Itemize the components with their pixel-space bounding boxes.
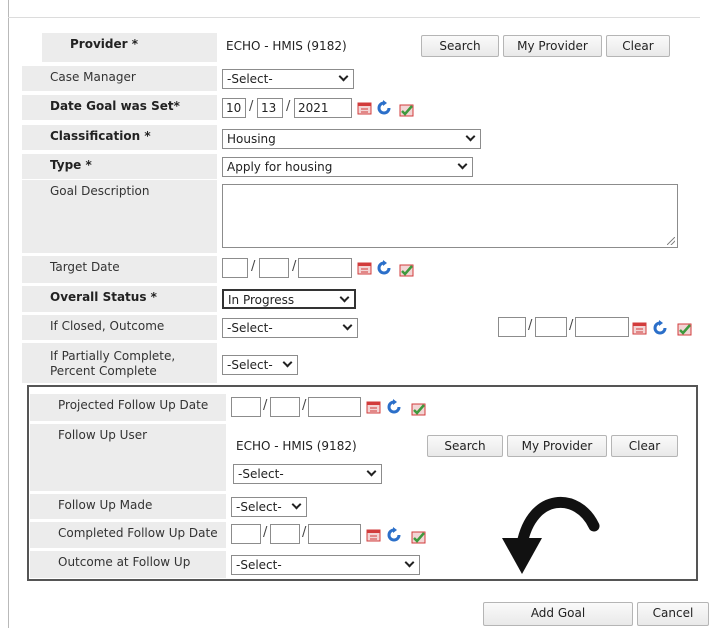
completed-month-input[interactable] <box>231 524 261 544</box>
follow-up-made-label: Follow Up Made <box>30 494 226 519</box>
date-separator: / <box>302 525 307 540</box>
case-manager-select[interactable]: -Select- <box>222 69 354 89</box>
calendar-icon[interactable] <box>357 100 373 116</box>
date-separator: / <box>263 525 268 540</box>
case-manager-label: Case Manager <box>22 66 217 91</box>
type-label: Type * <box>22 154 217 179</box>
calendar-icon[interactable] <box>357 260 373 276</box>
resize-grip-icon[interactable] <box>667 237 675 245</box>
closed-outcome-label: If Closed, Outcome <box>22 315 217 340</box>
target-month-input[interactable] <box>222 258 248 278</box>
projected-month-input[interactable] <box>231 397 261 417</box>
chevron-down-icon <box>339 292 350 303</box>
today-icon[interactable] <box>399 102 415 118</box>
chevron-down-icon <box>457 159 468 170</box>
provider-search-button[interactable]: Search <box>421 35 499 57</box>
provider-clear-button[interactable]: Clear <box>606 35 670 57</box>
provider-my-provider-button[interactable]: My Provider <box>503 35 602 57</box>
target-year-input[interactable] <box>298 258 352 278</box>
type-select[interactable]: Apply for housing <box>222 157 473 177</box>
date-separator: / <box>286 99 291 114</box>
refresh-icon[interactable] <box>386 527 402 543</box>
projected-follow-up-label: Projected Follow Up Date <box>30 394 226 421</box>
follow-up-user-select[interactable]: -Select- <box>233 464 382 484</box>
calendar-icon[interactable] <box>366 527 382 543</box>
date-set-year-input[interactable]: 2021 <box>294 98 352 118</box>
follow-up-my-provider-button[interactable]: My Provider <box>507 435 607 457</box>
chevron-down-icon <box>342 320 353 331</box>
follow-up-clear-button[interactable]: Clear <box>611 435 678 457</box>
chevron-down-icon <box>338 71 349 82</box>
date-set-day-input[interactable]: 13 <box>257 98 283 118</box>
follow-up-user-value: ECHO - HMIS (9182) <box>236 439 357 453</box>
completed-follow-up-label: Completed Follow Up Date <box>30 522 226 548</box>
calendar-icon[interactable] <box>632 320 648 336</box>
refresh-icon[interactable] <box>376 100 392 116</box>
target-date-label: Target Date <box>22 256 217 283</box>
percent-complete-select[interactable]: -Select- <box>222 355 298 375</box>
top-cropped-row <box>8 0 700 18</box>
refresh-icon[interactable] <box>376 260 392 276</box>
chevron-down-icon <box>465 131 476 142</box>
overall-status-select[interactable]: In Progress <box>222 289 356 309</box>
completed-year-input[interactable] <box>308 524 361 544</box>
today-icon[interactable] <box>677 321 693 337</box>
classification-select[interactable]: Housing <box>222 129 481 149</box>
follow-up-user-label: Follow Up User <box>30 424 226 491</box>
chevron-down-icon <box>291 499 302 510</box>
today-icon[interactable] <box>399 262 415 278</box>
goal-description-label: Goal Description <box>22 180 217 253</box>
date-separator: / <box>302 398 307 413</box>
date-goal-set-label: Date Goal was Set* <box>22 95 217 120</box>
classification-label: Classification * <box>22 125 217 150</box>
chevron-down-icon <box>282 357 293 368</box>
add-goal-button[interactable]: Add Goal <box>483 602 633 626</box>
date-separator: / <box>292 259 297 274</box>
provider-value: ECHO - HMIS (9182) <box>226 39 347 53</box>
projected-year-input[interactable] <box>308 397 361 417</box>
page-left-border <box>8 0 9 628</box>
goal-description-textarea[interactable] <box>222 184 678 248</box>
closed-day-input[interactable] <box>535 317 567 337</box>
overall-status-label: Overall Status * <box>22 286 217 312</box>
chevron-down-icon <box>366 466 377 477</box>
refresh-icon[interactable] <box>652 320 668 336</box>
curved-arrow-icon <box>502 497 600 574</box>
date-separator: / <box>251 259 256 274</box>
date-separator: / <box>528 318 533 333</box>
target-day-input[interactable] <box>259 258 289 278</box>
outcome-follow-up-select[interactable]: -Select- <box>231 555 420 575</box>
date-separator: / <box>249 99 254 114</box>
calendar-icon[interactable] <box>366 399 382 415</box>
closed-year-input[interactable] <box>575 317 629 337</box>
partial-percent-label: If Partially Complete, Percent Complete <box>22 343 217 383</box>
projected-day-input[interactable] <box>270 397 300 417</box>
date-separator: / <box>263 398 268 413</box>
follow-up-made-select[interactable]: -Select- <box>231 497 307 517</box>
outcome-follow-up-label: Outcome at Follow Up <box>30 551 226 578</box>
refresh-icon[interactable] <box>386 399 402 415</box>
provider-label: Provider * <box>42 33 217 62</box>
closed-outcome-select[interactable]: -Select- <box>222 318 358 338</box>
date-set-month-input[interactable]: 10 <box>222 98 246 118</box>
follow-up-search-button[interactable]: Search <box>427 435 503 457</box>
today-icon[interactable] <box>411 529 427 545</box>
cancel-button[interactable]: Cancel <box>637 602 709 626</box>
completed-day-input[interactable] <box>270 524 300 544</box>
today-icon[interactable] <box>411 401 427 417</box>
date-separator: / <box>569 318 574 333</box>
chevron-down-icon <box>404 557 415 568</box>
closed-month-input[interactable] <box>498 317 526 337</box>
